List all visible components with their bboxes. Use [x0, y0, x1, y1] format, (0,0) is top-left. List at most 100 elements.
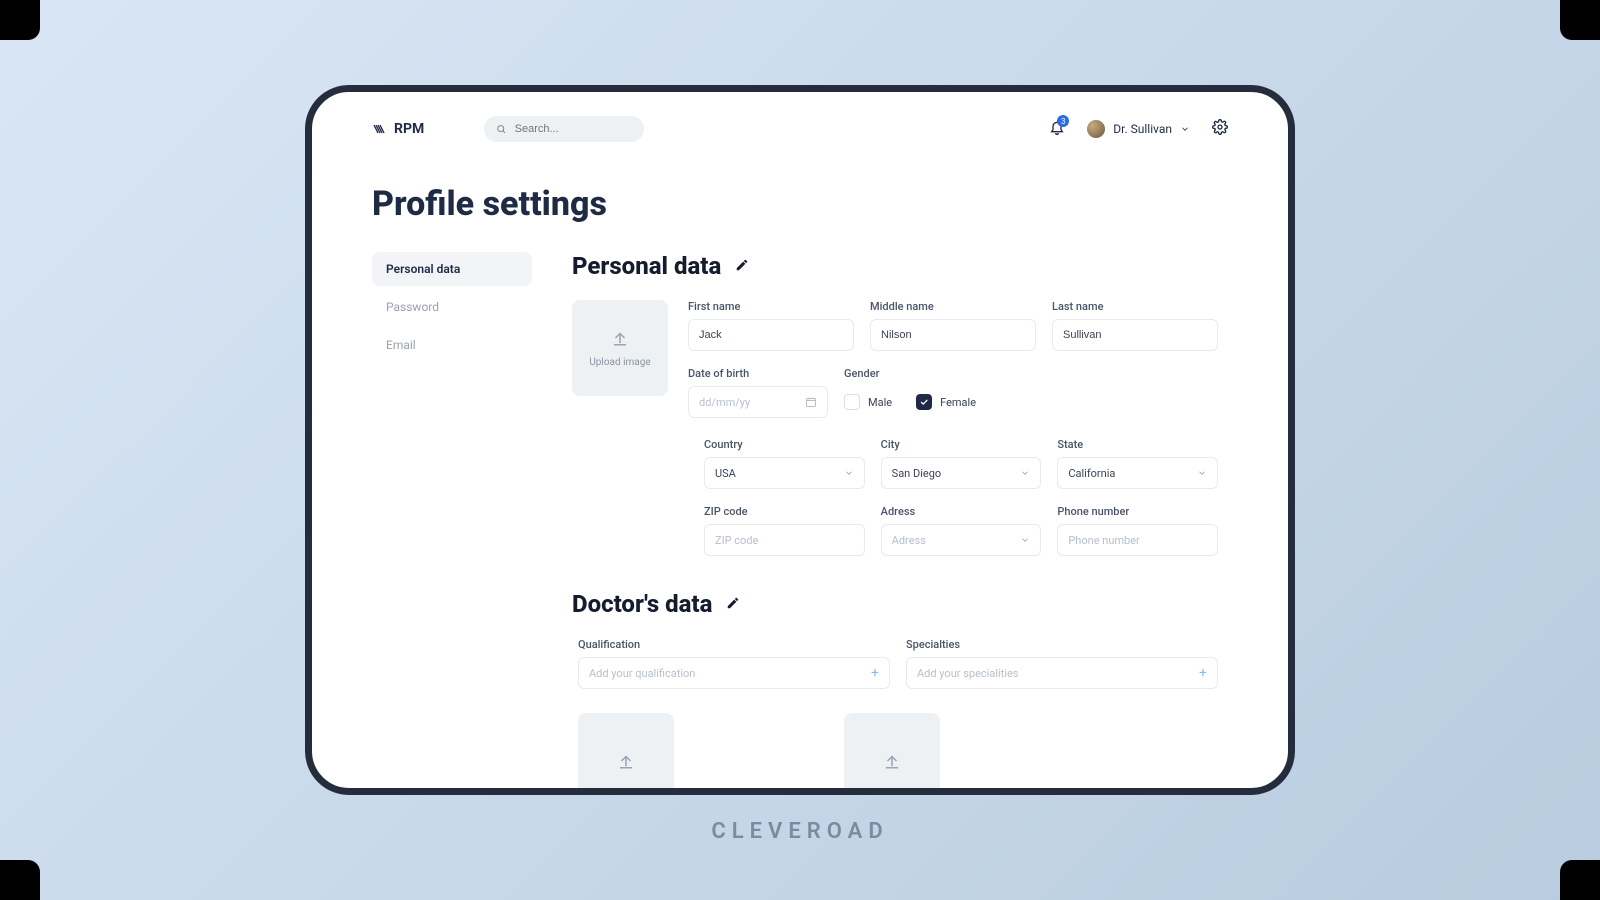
gear-icon — [1212, 119, 1228, 135]
name-row: First name Middle name Last name — [688, 300, 1218, 351]
field-middle-name: Middle name — [870, 300, 1036, 351]
corner-decoration — [0, 860, 40, 900]
gender-options: Male Female — [844, 386, 1218, 418]
personal-grid: Upload image First name Middle name — [572, 300, 1218, 434]
upload-icon — [883, 752, 901, 770]
upload-image-box[interactable]: Upload image — [572, 300, 668, 396]
field-country: Country USA — [704, 438, 865, 489]
upload-icon — [611, 329, 629, 347]
doctor-row: Qualification Add your qualification + S… — [572, 638, 1218, 689]
label-phone: Phone number — [1057, 505, 1218, 518]
plus-icon: + — [1199, 665, 1207, 681]
content: Personal data Upload image First name — [572, 252, 1228, 788]
label-state: State — [1057, 438, 1218, 451]
input-qualification[interactable]: Add your qualification + — [578, 657, 890, 689]
field-state: State California — [1057, 438, 1218, 489]
tab-email[interactable]: Email — [372, 328, 532, 362]
notifications-button[interactable]: 3 — [1049, 119, 1065, 139]
chevron-down-icon — [1197, 468, 1207, 478]
user-name: Dr. Sullivan — [1113, 122, 1172, 136]
label-last-name: Last name — [1052, 300, 1218, 313]
first-name-field[interactable] — [699, 329, 843, 341]
label-specialties: Specialties — [906, 638, 1218, 651]
qualification-placeholder: Add your qualification — [589, 667, 695, 680]
last-name-field[interactable] — [1063, 329, 1207, 341]
label-zip: ZIP code — [704, 505, 865, 518]
corner-decoration — [1560, 860, 1600, 900]
section-title-personal: Personal data — [572, 252, 721, 280]
label-country: Country — [704, 438, 865, 451]
chevron-down-icon — [1180, 124, 1190, 134]
label-gender: Gender — [844, 367, 1218, 380]
section-title-doctor: Doctor's data — [572, 590, 712, 618]
input-last-name[interactable] — [1052, 319, 1218, 351]
screen: RPM 3 Dr. Sullivan — [312, 92, 1288, 788]
input-specialties[interactable]: Add your specialities + — [906, 657, 1218, 689]
upload-image-label: Upload image — [589, 357, 650, 368]
section-head-personal: Personal data — [572, 252, 1218, 280]
search-input[interactable] — [515, 123, 633, 135]
check-icon — [919, 397, 929, 407]
notifications-badge: 3 — [1057, 115, 1069, 127]
select-city[interactable]: San Diego — [881, 457, 1042, 489]
input-dob[interactable]: dd/mm/yy — [688, 386, 828, 418]
field-specialties: Specialties Add your specialities + — [906, 638, 1218, 689]
tab-personal-data[interactable]: Personal data — [372, 252, 532, 286]
brand-logo-icon — [372, 121, 388, 137]
brand-name: RPM — [394, 121, 424, 137]
field-qualification: Qualification Add your qualification + — [578, 638, 890, 689]
label-dob: Date of birth — [688, 367, 828, 380]
upload-license[interactable] — [844, 713, 940, 788]
fields: First name Middle name Last name — [688, 300, 1218, 434]
upload-row — [572, 713, 1218, 788]
upload-photo-id[interactable] — [578, 713, 674, 788]
gender-female-checkbox[interactable]: Female — [916, 394, 976, 410]
contact-row: ZIP code ZIP code Adress Adress Phone nu… — [572, 505, 1218, 556]
search-icon — [496, 123, 506, 135]
select-address[interactable]: Adress — [881, 524, 1042, 556]
state-value: California — [1068, 467, 1115, 480]
chevron-down-icon — [844, 468, 854, 478]
edit-personal-button[interactable] — [735, 257, 749, 276]
input-first-name[interactable] — [688, 319, 854, 351]
field-first-name: First name — [688, 300, 854, 351]
chevron-down-icon — [1020, 535, 1030, 545]
upload-icon — [617, 752, 635, 770]
address-placeholder: Adress — [892, 534, 926, 547]
field-city: City San Diego — [881, 438, 1042, 489]
calendar-icon — [805, 396, 817, 408]
user-menu[interactable]: Dr. Sullivan — [1087, 120, 1190, 138]
label-qualification: Qualification — [578, 638, 890, 651]
topbar-right: 3 Dr. Sullivan — [1049, 119, 1228, 139]
input-middle-name[interactable] — [870, 319, 1036, 351]
settings-tabs: Personal data Password Email — [372, 252, 532, 788]
plus-icon: + — [871, 665, 879, 681]
tab-password[interactable]: Password — [372, 290, 532, 324]
select-state[interactable]: California — [1057, 457, 1218, 489]
field-dob: Date of birth dd/mm/yy — [688, 367, 828, 418]
section-head-doctor: Doctor's data — [572, 590, 1218, 618]
dob-placeholder: dd/mm/yy — [699, 396, 750, 409]
checkbox-box — [844, 394, 860, 410]
topbar: RPM 3 Dr. Sullivan — [372, 114, 1228, 144]
edit-doctor-button[interactable] — [726, 595, 740, 614]
label-first-name: First name — [688, 300, 854, 313]
search-input-wrap[interactable] — [484, 116, 644, 142]
input-zip[interactable]: ZIP code — [704, 524, 865, 556]
watermark: CLEVEROAD — [711, 819, 888, 844]
location-row: Country USA City San Diego — [572, 438, 1218, 489]
dob-gender-row: Date of birth dd/mm/yy Gender — [688, 367, 1218, 418]
middle-name-field[interactable] — [881, 329, 1025, 341]
brand[interactable]: RPM — [372, 121, 424, 137]
select-country[interactable]: USA — [704, 457, 865, 489]
gender-male-checkbox[interactable]: Male — [844, 394, 892, 410]
corner-decoration — [1560, 0, 1600, 40]
pencil-icon — [726, 596, 740, 610]
field-gender: Gender Male — [844, 367, 1218, 418]
input-phone[interactable]: Phone number — [1057, 524, 1218, 556]
gender-female-label: Female — [940, 396, 976, 409]
settings-button[interactable] — [1212, 119, 1228, 139]
specialties-placeholder: Add your specialities — [917, 667, 1018, 680]
avatar — [1087, 120, 1105, 138]
field-address: Adress Adress — [881, 505, 1042, 556]
